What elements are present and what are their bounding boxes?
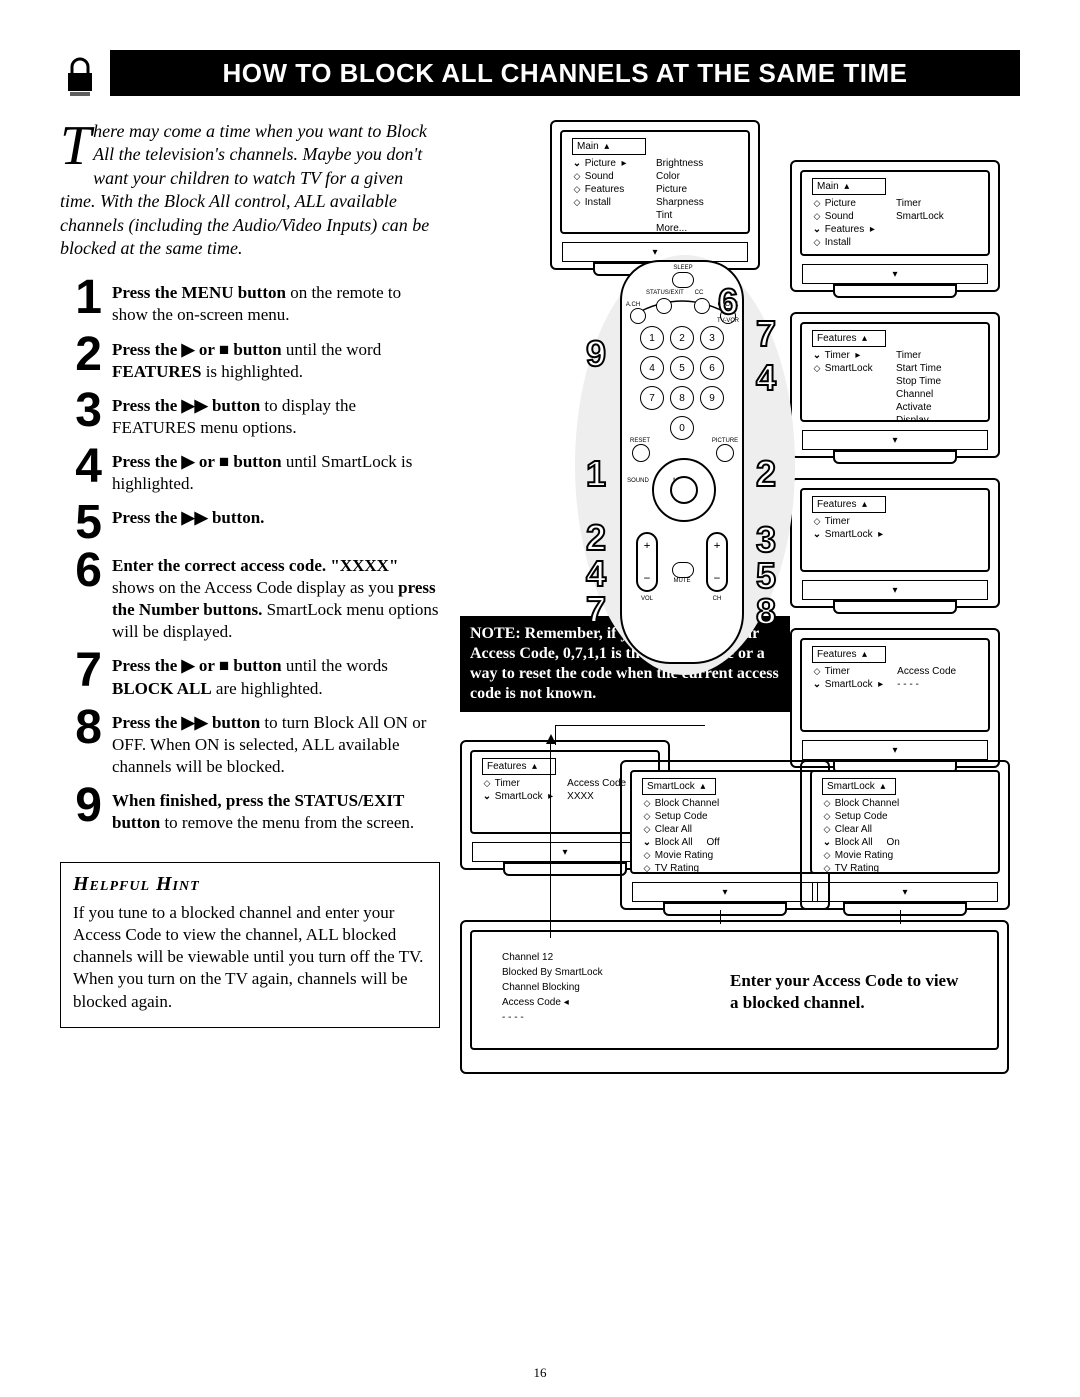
step-8: 8Press the ▶▶ button to turn Block All O… [60, 708, 440, 778]
helpful-hint-body: If you tune to a blocked channel and ent… [73, 902, 427, 1012]
diagram-area: Main Picture Sound Features InstallBrigh… [460, 120, 1020, 1020]
final-message: Enter your Access Code to view a blocked… [730, 970, 960, 1014]
remote-key-4: 4 [640, 356, 664, 380]
step-1: 1Press the MENU button on the remote to … [60, 278, 440, 326]
lock-icon [60, 50, 100, 96]
tv-features-timer: Features Timer SmartLockTimerStart TimeS… [790, 312, 1000, 458]
page-title: HOW TO BLOCK ALL CHANNELS AT THE SAME TI… [110, 50, 1020, 96]
helpful-hint-heading: Helpful Hint [73, 873, 427, 896]
tv-main-features: Main Picture Sound Features InstallTimer… [790, 160, 1000, 292]
tv-access-code-empty: Features Timer SmartLock Access Code- - … [790, 628, 1000, 768]
remote-key-5: 5 [670, 356, 694, 380]
page-header: HOW TO BLOCK ALL CHANNELS AT THE SAME TI… [60, 50, 1020, 96]
step-5: 5Press the ▶▶ button. [60, 503, 440, 543]
remote-key-0: 0 [670, 416, 694, 440]
step-9: 9When finished, press the STATUS/EXIT bu… [60, 786, 440, 834]
step-4: 4Press the ▶ or ■ button until SmartLock… [60, 447, 440, 495]
remote-key-8: 8 [670, 386, 694, 410]
step-2: 2Press the ▶ or ■ button until the word … [60, 335, 440, 383]
remote-key-1: 1 [640, 326, 664, 350]
step-7: 7Press the ▶ or ■ button until the words… [60, 651, 440, 699]
remote-key-9: 9 [700, 386, 724, 410]
tv-main-menu: Main Picture Sound Features InstallBrigh… [550, 120, 760, 270]
remote-key-2: 2 [670, 326, 694, 350]
steps-list: 1Press the MENU button on the remote to … [60, 278, 440, 834]
remote-key-3: 3 [700, 326, 724, 350]
remote-control: SLEEP A.CH STATUS/EXIT CC CLOCK TV-VCR [530, 260, 790, 690]
intro-paragraph: There may come a time when you want to B… [60, 120, 440, 260]
page-number: 16 [0, 1365, 1080, 1381]
remote-key-7: 7 [640, 386, 664, 410]
tv-features-smartlock: Features Timer SmartLock [790, 478, 1000, 608]
step-3: 3Press the ▶▶ button to display the FEAT… [60, 391, 440, 439]
remote-key-6: 6 [700, 356, 724, 380]
step-6: 6Enter the correct access code. "XXXX" s… [60, 551, 440, 643]
tv-smartlock-off: SmartLock Block Channel Setup Code Clear… [620, 760, 830, 910]
tv-smartlock-on: SmartLock Block Channel Setup Code Clear… [800, 760, 1010, 910]
helpful-hint-box: Helpful Hint If you tune to a blocked ch… [60, 862, 440, 1027]
